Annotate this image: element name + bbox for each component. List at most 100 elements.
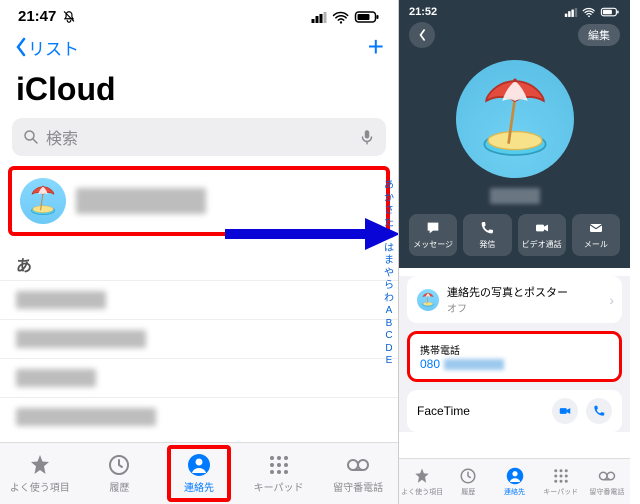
clock: 21:47 bbox=[18, 8, 56, 25]
index-char[interactable]: E bbox=[386, 355, 393, 368]
index-rail[interactable]: あかさたなはまやらわABCDE bbox=[384, 180, 394, 368]
tab-label: 連絡先 bbox=[504, 487, 525, 497]
tab-star[interactable]: よく使う項目 bbox=[399, 459, 445, 504]
edit-button[interactable]: 編集 bbox=[578, 24, 620, 46]
message-icon bbox=[425, 220, 441, 236]
tab-label: よく使う項目 bbox=[10, 479, 70, 494]
page-title: iCloud bbox=[0, 67, 398, 118]
avatar bbox=[20, 178, 66, 224]
index-char[interactable]: ま bbox=[384, 255, 394, 268]
facetime-video-button[interactable] bbox=[552, 398, 578, 424]
tab-label: 留守番電話 bbox=[589, 487, 624, 497]
phone-icon bbox=[479, 220, 495, 236]
index-char[interactable]: わ bbox=[384, 293, 394, 306]
index-char[interactable]: ら bbox=[384, 280, 394, 293]
action-label: メール bbox=[584, 239, 608, 250]
tab-label: 履歴 bbox=[461, 487, 475, 497]
contact-hero bbox=[399, 52, 630, 214]
facetime-cell[interactable]: FaceTime bbox=[407, 390, 622, 432]
mobile-phone-cell[interactable]: 携帯電話 080 bbox=[407, 331, 622, 382]
index-char[interactable]: C bbox=[385, 330, 392, 343]
action-mail[interactable]: メール bbox=[572, 214, 620, 256]
tab-label: 連絡先 bbox=[184, 479, 214, 494]
person-icon bbox=[187, 453, 211, 477]
video-icon bbox=[558, 404, 572, 418]
facetime-audio-button[interactable] bbox=[586, 398, 612, 424]
signal-icon bbox=[310, 11, 328, 23]
contact-detail-screen: 21:52 編集 メッセージ発信ビデオ通話 メール bbox=[398, 0, 630, 504]
battery-icon bbox=[600, 6, 620, 18]
avatar[interactable] bbox=[456, 60, 574, 178]
search-icon bbox=[22, 128, 40, 146]
status-bar: 21:52 bbox=[399, 0, 630, 18]
list-item[interactable] bbox=[0, 358, 398, 397]
index-char[interactable]: は bbox=[384, 243, 394, 256]
silent-icon bbox=[62, 10, 76, 24]
tab-star[interactable]: よく使う項目 bbox=[0, 443, 80, 504]
star-icon bbox=[413, 467, 431, 485]
tab-person[interactable]: 連絡先 bbox=[159, 443, 239, 504]
tab-label: 履歴 bbox=[109, 479, 129, 494]
phone-icon bbox=[592, 404, 606, 418]
tab-label: キーパッド bbox=[543, 487, 578, 497]
person-icon bbox=[506, 467, 524, 485]
tab-person[interactable]: 連絡先 bbox=[491, 459, 537, 504]
index-char[interactable]: な bbox=[384, 230, 394, 243]
chevron-left-icon bbox=[14, 37, 28, 57]
contacts-list-screen: 21:47 リスト + iCloud 検索 あ あかさたなはまやらわABCDE bbox=[0, 0, 398, 504]
index-char[interactable]: や bbox=[384, 268, 394, 281]
index-char[interactable]: D bbox=[385, 343, 392, 356]
tab-bar: よく使う項目 履歴 連絡先 キーパッド留守番電話 bbox=[0, 442, 398, 504]
search-field[interactable]: 検索 bbox=[12, 118, 386, 156]
facetime-label: FaceTime bbox=[417, 404, 470, 418]
index-char[interactable]: A bbox=[386, 305, 393, 318]
index-char[interactable]: た bbox=[384, 218, 394, 231]
phone-value: 080 bbox=[420, 357, 440, 371]
search-placeholder: 検索 bbox=[46, 125, 352, 149]
contact-row-featured[interactable] bbox=[8, 166, 390, 236]
battery-icon bbox=[354, 9, 380, 25]
contact-name-redacted bbox=[76, 188, 206, 214]
index-char[interactable]: B bbox=[386, 318, 393, 331]
action-row: メッセージ発信ビデオ通話 メール bbox=[399, 214, 630, 268]
umbrella-icon bbox=[26, 184, 60, 218]
phone-label: 携帯電話 bbox=[420, 342, 609, 357]
list-item[interactable] bbox=[0, 280, 398, 319]
photo-poster-cell[interactable]: 連絡先の写真とポスター オフ › bbox=[407, 276, 622, 323]
index-char[interactable]: か bbox=[384, 193, 394, 206]
voicemail-icon bbox=[598, 467, 616, 485]
action-message[interactable]: メッセージ bbox=[409, 214, 457, 256]
chevron-left-icon bbox=[417, 28, 427, 42]
add-button[interactable]: + bbox=[368, 33, 384, 61]
tab-clock[interactable]: 履歴 bbox=[445, 459, 491, 504]
mic-icon[interactable] bbox=[358, 128, 376, 146]
section-index: あ bbox=[0, 248, 398, 280]
video-icon bbox=[534, 220, 550, 236]
back-button[interactable]: リスト bbox=[14, 35, 79, 60]
index-char[interactable]: さ bbox=[384, 205, 394, 218]
chevron-right-icon: › bbox=[609, 292, 614, 308]
tab-keypad[interactable]: キーパッド bbox=[538, 459, 584, 504]
back-button[interactable] bbox=[409, 22, 435, 48]
tab-label: 留守番電話 bbox=[333, 479, 383, 494]
action-phone[interactable]: 発信 bbox=[463, 214, 511, 256]
mail-icon bbox=[588, 220, 604, 236]
tab-voicemail[interactable]: 留守番電話 bbox=[318, 443, 398, 504]
cell-sub: オフ bbox=[447, 300, 568, 315]
umbrella-icon bbox=[470, 74, 560, 164]
index-char[interactable]: あ bbox=[384, 180, 394, 193]
tab-keypad[interactable]: キーパッド bbox=[239, 443, 319, 504]
nav-row: リスト + bbox=[0, 27, 398, 67]
status-bar: 21:47 bbox=[0, 0, 398, 27]
wifi-icon bbox=[582, 6, 596, 18]
action-label: ビデオ通話 bbox=[522, 239, 562, 250]
tab-clock[interactable]: 履歴 bbox=[80, 443, 160, 504]
signal-icon bbox=[564, 7, 578, 17]
action-video[interactable]: ビデオ通話 bbox=[518, 214, 566, 256]
star-icon bbox=[28, 453, 52, 477]
clock-icon bbox=[107, 453, 131, 477]
action-label: メッセージ bbox=[413, 239, 453, 250]
list-item[interactable] bbox=[0, 319, 398, 358]
list-item[interactable] bbox=[0, 397, 398, 436]
tab-voicemail[interactable]: 留守番電話 bbox=[584, 459, 630, 504]
